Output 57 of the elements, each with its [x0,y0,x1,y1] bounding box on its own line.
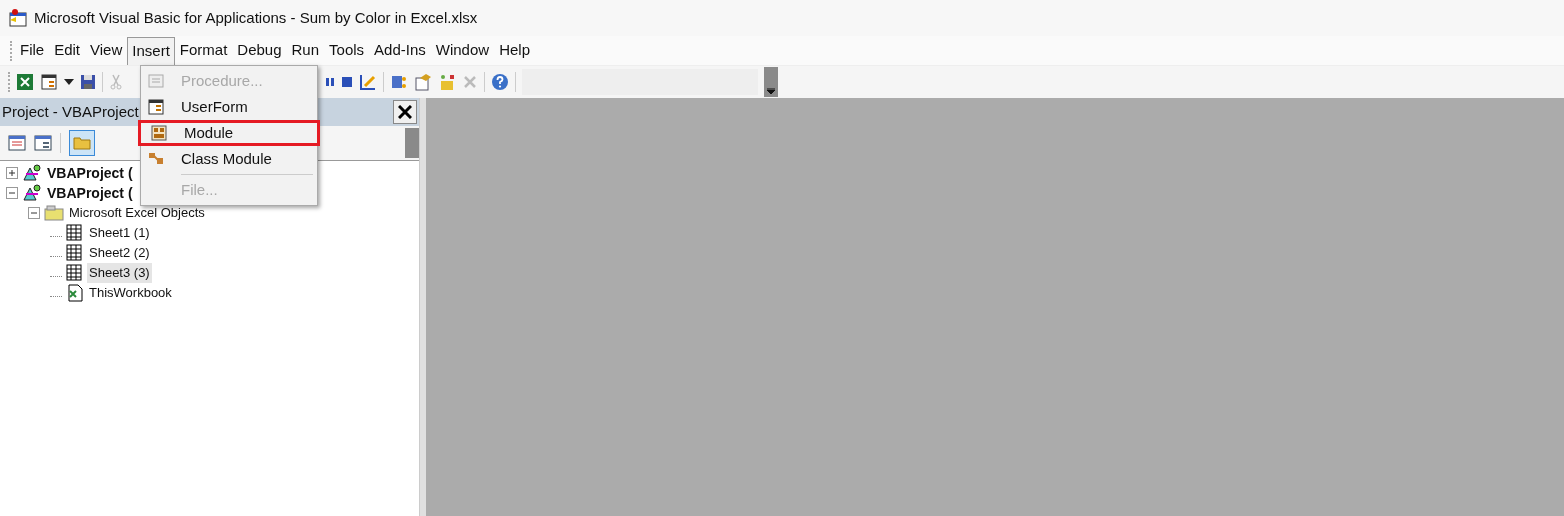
menu-option[interactable]: UserForm [141,94,317,120]
toolbox-icon[interactable] [438,73,456,91]
module-icon [151,125,167,141]
pause-icon[interactable] [325,76,335,88]
panel-title: Project - VBAProject [1,101,139,122]
menu-item[interactable]: Help [494,36,535,65]
stop-icon[interactable] [341,76,353,88]
tree-item[interactable]: Sheet3 (3) [87,263,152,283]
collapse-icon[interactable] [28,207,40,219]
tree-item[interactable]: Sheet1 (1) [87,223,152,243]
menu-item[interactable]: Window [430,36,495,65]
close-button[interactable] [393,100,417,124]
tree-item[interactable]: VBAProject ( [45,182,135,204]
window-title: Microsoft Visual Basic for Applications - Sum by Color in Excel.xlsx [34,7,478,28]
toggle-folders-button[interactable] [69,130,95,156]
folder-icon [44,205,64,221]
menu-item[interactable]: Insert [127,36,175,65]
menu-option[interactable]: Class Module [141,146,317,172]
project-icon [22,184,42,202]
view-object-icon[interactable] [34,135,52,151]
tree-item[interactable]: ThisWorkbook [87,283,174,303]
properties-icon[interactable] [414,73,432,91]
expand-icon[interactable] [6,167,18,179]
toolbar-options-button[interactable] [764,67,778,97]
design-mode-icon[interactable] [359,73,377,91]
worksheet-icon [66,244,84,262]
menu-item[interactable]: File [15,36,50,65]
folder-icon [73,136,91,150]
dropdown-caret-icon[interactable] [64,79,74,85]
menu-item[interactable]: Edit [49,36,86,65]
form-icon[interactable] [40,73,58,91]
view-code-icon[interactable] [8,135,26,151]
caret-icon [767,88,775,94]
collapse-icon[interactable] [6,187,18,199]
tree-item[interactable]: Microsoft Excel Objects [67,203,207,223]
class-icon [148,151,164,167]
menu-item[interactable]: Tools [324,36,370,65]
project-explorer-icon[interactable] [390,73,408,91]
project-icon [22,164,42,182]
save-icon[interactable] [80,74,96,90]
help-icon[interactable] [491,73,509,91]
excel-icon[interactable] [16,73,34,91]
menu-item[interactable]: Format [174,36,233,65]
menu-item[interactable]: Run [286,36,325,65]
worksheet-icon [66,264,84,282]
workbook-icon [66,284,84,302]
tree-item[interactable]: Sheet2 (2) [87,243,152,263]
close-icon [398,105,412,119]
menu-option[interactable]: Module [138,120,320,146]
menu-item[interactable]: Add-Ins [369,36,431,65]
userform-icon [148,99,164,115]
menu-item[interactable]: View [85,36,128,65]
worksheet-icon [66,224,84,242]
menu-item[interactable]: Debug [232,36,287,65]
procedure-icon [148,73,164,89]
app-icon [8,8,28,28]
tree-item[interactable]: VBAProject ( [45,162,135,184]
